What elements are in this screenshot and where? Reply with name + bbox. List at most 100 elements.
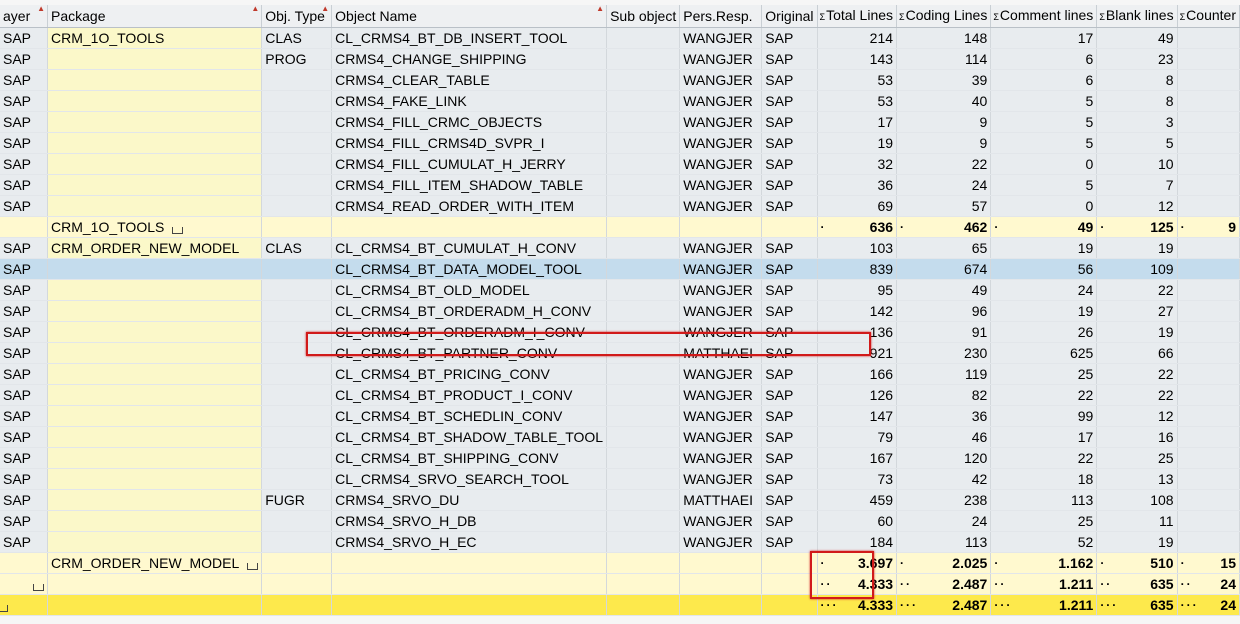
package-cell[interactable] (47, 48, 263, 70)
sub-object-cell[interactable] (606, 195, 681, 217)
original-cell[interactable]: SAP (761, 384, 818, 406)
object-name-cell[interactable]: CL_CRMS4_BT_SHADOW_TABLE_TOOL (331, 426, 608, 448)
counter-cell[interactable] (1177, 510, 1240, 532)
object-name-cell[interactable]: CRMS4_FILL_CRMC_OBJECTS (331, 111, 608, 133)
comment-lines-cell[interactable]: 17 (990, 27, 1098, 49)
counter-cell[interactable] (1177, 195, 1240, 217)
layer-cell[interactable]: SAP (0, 90, 48, 112)
layer-cell[interactable]: SAP (0, 342, 48, 364)
coding-lines-cell[interactable]: 113 (896, 531, 992, 553)
package-cell[interactable] (47, 405, 263, 427)
object-name-cell[interactable]: CRMS4_FILL_CRMS4D_SVPR_I (331, 132, 608, 154)
sub-object-cell[interactable] (606, 321, 681, 343)
layer-cell[interactable]: SAP (0, 258, 48, 280)
original-cell[interactable]: SAP (761, 132, 818, 154)
original-cell[interactable]: SAP (761, 321, 818, 343)
original-cell[interactable]: SAP (761, 111, 818, 133)
sub-object-cell[interactable] (606, 69, 681, 91)
coding-lines-cell[interactable]: 24 (896, 510, 992, 532)
original-cell[interactable]: SAP (761, 69, 818, 91)
object-name-cell[interactable]: CRMS4_SRVO_DU (331, 489, 608, 511)
sub-object-cell[interactable] (606, 363, 681, 385)
total-lines-cell[interactable]: 69 (817, 195, 898, 217)
obj-type-cell[interactable] (261, 342, 333, 364)
obj-type-cell[interactable] (261, 258, 333, 280)
sub-object-cell[interactable] (606, 111, 681, 133)
comment-lines-cell[interactable]: 18 (990, 468, 1098, 490)
comment-lines-cell[interactable]: 19 (990, 237, 1098, 259)
sub-object-cell[interactable] (606, 342, 681, 364)
object-name-cell[interactable]: CRMS4_READ_ORDER_WITH_ITEM (331, 195, 608, 217)
package-cell[interactable]: CRM_1O_TOOLS (47, 27, 263, 49)
coding-lines-cell[interactable]: 40 (896, 90, 992, 112)
table-row[interactable]: SAP CRMS4_FILL_CRMC_OBJECTS WANGJER SAP 17 9 5… (0, 111, 1240, 133)
table-row[interactable]: SAP CRMS4_FAKE_LINK WANGJER SAP 53 40 5 8 (0, 90, 1240, 112)
original-cell[interactable]: SAP (761, 48, 818, 70)
pers-resp-cell[interactable]: WANGJER (679, 90, 763, 112)
counter-cell[interactable] (1177, 258, 1240, 280)
total-lines-cell[interactable]: 184 (817, 531, 898, 553)
original-cell[interactable]: SAP (761, 531, 818, 553)
package-cell[interactable] (47, 279, 263, 301)
sub-object-cell[interactable] (606, 258, 681, 280)
table-row[interactable]: SAP CL_CRMS4_BT_ORDERADM_H_CONV WANGJER SAP… (0, 300, 1240, 322)
counter-cell[interactable] (1177, 174, 1240, 196)
obj-type-cell[interactable] (261, 510, 333, 532)
sub-object-cell[interactable] (606, 489, 681, 511)
coding-lines-cell[interactable]: 120 (896, 447, 992, 469)
package-cell[interactable] (47, 321, 263, 343)
layer-cell[interactable]: SAP (0, 111, 48, 133)
total-lines-cell[interactable]: 214 (817, 27, 898, 49)
col-header-original[interactable]: Original (761, 5, 818, 28)
object-name-cell[interactable]: CL_CRMS4_BT_SHIPPING_CONV (331, 447, 608, 469)
blank-lines-cell[interactable]: 5 (1096, 132, 1178, 154)
comment-lines-cell[interactable]: 113 (990, 489, 1098, 511)
layer-cell[interactable]: SAP (0, 363, 48, 385)
counter-cell[interactable] (1177, 111, 1240, 133)
coding-lines-cell[interactable]: 230 (896, 342, 992, 364)
layer-cell[interactable]: SAP (0, 174, 48, 196)
comment-lines-cell[interactable]: 99 (990, 405, 1098, 427)
layer-cell[interactable]: SAP (0, 531, 48, 553)
pers-resp-cell[interactable]: WANGJER (679, 174, 763, 196)
col-header-total-lines[interactable]: ΣTotal Lines (817, 5, 898, 28)
comment-lines-cell[interactable]: 5 (990, 90, 1098, 112)
table-row[interactable]: SAP PROG CRMS4_CHANGE_SHIPPING WANGJER SAP 14… (0, 48, 1240, 70)
obj-type-cell[interactable] (261, 405, 333, 427)
object-name-cell[interactable]: CL_CRMS4_BT_DATA_MODEL_TOOL (331, 258, 608, 280)
package-cell[interactable] (47, 363, 263, 385)
table-row[interactable]: SAP CL_CRMS4_SRVO_SEARCH_TOOL WANGJER SAP 73… (0, 468, 1240, 490)
pers-resp-cell[interactable]: WANGJER (679, 384, 763, 406)
obj-type-cell[interactable]: PROG (261, 48, 333, 70)
layer-cell[interactable]: SAP (0, 195, 48, 217)
counter-cell[interactable] (1177, 363, 1240, 385)
total-lines-cell[interactable]: 136 (817, 321, 898, 343)
original-cell[interactable]: SAP (761, 363, 818, 385)
counter-cell[interactable] (1177, 48, 1240, 70)
package-cell[interactable] (47, 174, 263, 196)
blank-lines-cell[interactable]: 49 (1096, 27, 1178, 49)
coding-lines-cell[interactable]: 36 (896, 405, 992, 427)
comment-lines-cell[interactable]: 6 (990, 48, 1098, 70)
obj-type-cell[interactable] (261, 300, 333, 322)
object-name-cell[interactable]: CL_CRMS4_BT_PRODUCT_I_CONV (331, 384, 608, 406)
obj-type-cell[interactable] (261, 279, 333, 301)
total-lines-cell[interactable]: 32 (817, 153, 898, 175)
counter-cell[interactable] (1177, 300, 1240, 322)
comment-lines-cell[interactable]: 22 (990, 384, 1098, 406)
total-lines-cell[interactable]: 166 (817, 363, 898, 385)
package-cell[interactable] (47, 69, 263, 91)
pers-resp-cell[interactable]: WANGJER (679, 321, 763, 343)
table-row[interactable]: SAP FUGR CRMS4_SRVO_DU MATTHAEI SAP 459 238 113… (0, 489, 1240, 511)
object-name-cell[interactable]: CL_CRMS4_BT_OLD_MODEL (331, 279, 608, 301)
coding-lines-cell[interactable]: 65 (896, 237, 992, 259)
original-cell[interactable]: SAP (761, 153, 818, 175)
sub-object-cell[interactable] (606, 531, 681, 553)
counter-cell[interactable] (1177, 132, 1240, 154)
layer-cell[interactable]: SAP (0, 237, 48, 259)
grand-total-row[interactable]: ··· 4.333 ··· 2.487 ··· 1.211 ··· 635 ··· 24 (0, 594, 1240, 616)
coding-lines-cell[interactable]: 22 (896, 153, 992, 175)
layer-cell[interactable]: SAP (0, 468, 48, 490)
sub-object-cell[interactable] (606, 174, 681, 196)
pers-resp-cell[interactable]: WANGJER (679, 300, 763, 322)
